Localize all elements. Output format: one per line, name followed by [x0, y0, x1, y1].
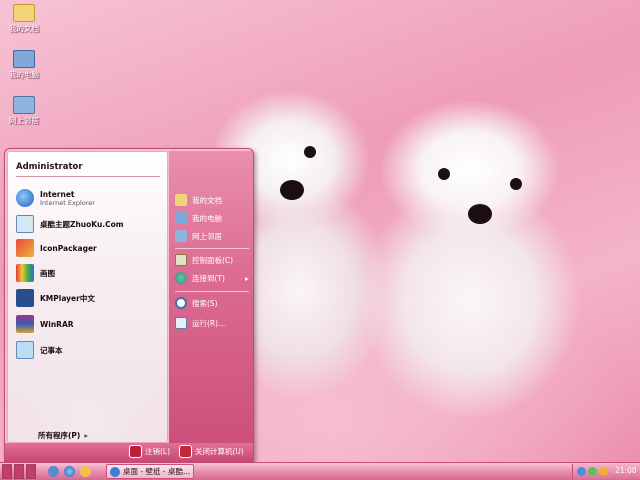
logoff-icon	[129, 445, 142, 458]
places-item-label: 搜索(S)	[192, 298, 218, 308]
desktop-icon-label: 我的文档	[9, 24, 39, 33]
pinned-item-title: WinRAR	[40, 319, 74, 329]
desktop-icon-label: 网上邻居	[9, 116, 39, 125]
kmplayer-icon	[16, 289, 34, 307]
arrow-right-icon: ▸	[84, 431, 89, 440]
security-tray-icon[interactable]	[588, 467, 597, 476]
start-menu-places-pane: 我的文档 我的电脑 网上邻居 控制面板(C) 连接到(T) ▸ 搜索(S) 运行…	[169, 151, 253, 443]
divider	[175, 248, 249, 249]
all-programs-label: 所有程序(P)	[38, 431, 81, 440]
start-segment	[14, 464, 24, 479]
internet-explorer-icon[interactable]	[64, 466, 75, 477]
divider	[16, 176, 160, 177]
puppy-nose	[280, 180, 304, 200]
taskbar-task-button[interactable]: 桌面 - 壁纸 - 桌酷...	[106, 464, 194, 479]
places-item-label: 控制面板(C)	[192, 255, 234, 265]
pinned-item-title: Internet	[40, 189, 75, 199]
puppy-nose	[468, 204, 492, 224]
pinned-item-kmplayer[interactable]: KMPlayer中文	[16, 288, 95, 308]
pinned-item-notepad[interactable]: 记事本	[16, 340, 63, 360]
connect-icon	[175, 272, 187, 284]
pinned-item-title: IconPackager	[40, 243, 97, 253]
places-item-control-panel[interactable]: 控制面板(C)	[175, 253, 233, 267]
pinned-item-paint[interactable]: 画图	[16, 263, 55, 283]
pinned-item-iconpackager[interactable]: IconPackager	[16, 238, 97, 258]
run-icon	[175, 317, 187, 329]
all-programs-button[interactable]: 所有程序(P) ▸	[38, 430, 88, 441]
places-item-connect-to[interactable]: 连接到(T) ▸	[175, 271, 253, 285]
start-segment	[2, 464, 12, 479]
places-item-label: 连接到(T)	[192, 273, 225, 283]
network-tray-icon[interactable]	[577, 467, 586, 476]
pinned-item-title: 桌酷主题ZhuoKu.Com	[40, 219, 124, 229]
desktop-icon-my-documents[interactable]: 我的文档	[2, 4, 46, 33]
divider	[175, 291, 249, 292]
puppy-eye	[304, 146, 316, 158]
arrow-right-icon: ▸	[245, 273, 249, 283]
notepad-icon	[16, 341, 34, 359]
user-name: Administrator	[16, 162, 83, 172]
places-item-search[interactable]: 搜索(S)	[175, 296, 218, 310]
media-player-icon[interactable]	[80, 466, 91, 477]
desktop-icon-network[interactable]: 网上邻居	[2, 96, 46, 125]
places-item-my-documents[interactable]: 我的文档	[175, 193, 222, 207]
places-item-label: 我的电脑	[192, 213, 222, 223]
desktop-icon-my-computer[interactable]: 我的电脑	[2, 50, 46, 79]
pinned-item-zhuoku[interactable]: 桌酷主题ZhuoKu.Com	[16, 214, 124, 234]
power-icon	[179, 445, 192, 458]
control-panel-icon	[175, 254, 187, 266]
places-item-label: 运行(R)...	[192, 318, 226, 328]
start-menu-footer: 注销(L) 关闭计算机(U)	[5, 443, 253, 461]
places-item-label: 网上邻居	[192, 231, 222, 241]
clock[interactable]: 21:00	[615, 466, 637, 475]
shutdown-button[interactable]: 关闭计算机(U)	[179, 445, 244, 458]
taskbar: 桌面 - 壁纸 - 桌酷... 21:00	[0, 462, 640, 480]
zhuoku-icon	[16, 215, 34, 233]
network-icon	[175, 230, 187, 242]
taskbar-task-label: 桌面 - 壁纸 - 桌酷...	[123, 467, 191, 476]
show-desktop-icon[interactable]	[48, 466, 59, 477]
search-icon	[175, 297, 187, 309]
computer-icon	[175, 212, 187, 224]
logoff-button[interactable]: 注销(L)	[129, 445, 170, 458]
system-tray: 21:00	[572, 464, 640, 479]
paint-icon	[16, 264, 34, 282]
start-menu-programs-pane: Administrator Internet Internet Explorer…	[7, 151, 168, 443]
iconpackager-icon	[16, 239, 34, 257]
start-segment	[26, 464, 36, 479]
places-item-run[interactable]: 运行(R)...	[175, 316, 225, 330]
qq-tray-icon[interactable]	[599, 467, 608, 476]
pinned-item-internet[interactable]: Internet Internet Explorer	[16, 188, 95, 208]
start-menu: Administrator Internet Internet Explorer…	[4, 148, 254, 462]
network-icon	[13, 96, 35, 114]
shutdown-label: 关闭计算机(U)	[195, 447, 244, 456]
puppy-eye	[438, 168, 450, 180]
pinned-item-title: KMPlayer中文	[40, 293, 95, 303]
pinned-item-title: 记事本	[40, 345, 63, 355]
pinned-item-winrar[interactable]: WinRAR	[16, 314, 74, 334]
internet-explorer-icon	[110, 466, 120, 477]
pinned-item-subtitle: Internet Explorer	[40, 198, 95, 207]
winrar-icon	[16, 315, 34, 333]
places-item-network[interactable]: 网上邻居	[175, 229, 222, 243]
pinned-item-title: 画图	[40, 268, 55, 278]
internet-explorer-icon	[16, 189, 34, 207]
start-button[interactable]	[2, 464, 40, 479]
folder-icon	[175, 194, 187, 206]
puppy-eye	[510, 178, 522, 190]
places-item-label: 我的文档	[192, 195, 222, 205]
places-item-my-computer[interactable]: 我的电脑	[175, 211, 222, 225]
desktop-icon-label: 我的电脑	[9, 70, 39, 79]
logoff-label: 注销(L)	[145, 447, 171, 456]
folder-icon	[13, 4, 35, 22]
computer-icon	[13, 50, 35, 68]
